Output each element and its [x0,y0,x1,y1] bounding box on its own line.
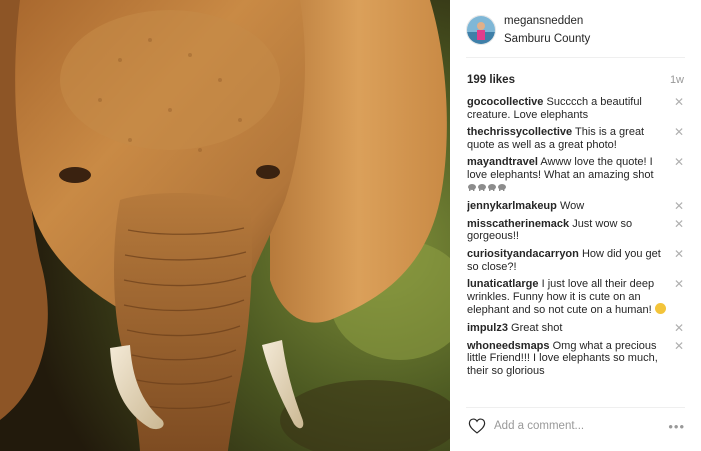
comment-item: impulz3 Great shot ✕ [467,322,687,335]
location-link[interactable]: Samburu County [504,32,590,47]
comment-username[interactable]: impulz3 [467,322,508,334]
comment-username[interactable]: curiosityandacarryon [467,248,579,260]
heart-icon[interactable] [468,418,486,434]
username-link[interactable]: megansnedden [504,14,590,29]
comment-item: gococollective Succcch a beautiful creat… [467,96,687,121]
comment-item: whoneedsmaps Omg what a precious little … [467,340,687,378]
likes-count[interactable]: 199 likes [467,74,515,86]
comment-username[interactable]: gococollective [467,96,543,108]
header-divider [466,57,685,58]
comment-item: thechrissycollective This is a great quo… [467,126,687,151]
comment-username[interactable]: mayandtravel [467,156,538,168]
post-header: megansnedden Samburu County [466,10,685,50]
avatar[interactable] [466,15,496,45]
comment-item: misscatherinemack Just wow so gorgeous!!… [467,218,687,243]
likes-row: 199 likes 1w [467,72,684,88]
instagram-post: megansnedden Samburu County 199 likes 1w… [0,0,701,451]
close-icon[interactable]: ✕ [674,340,684,352]
close-icon[interactable]: ✕ [674,200,684,212]
comment-username[interactable]: whoneedsmaps [467,340,550,352]
close-icon[interactable]: ✕ [674,218,684,230]
elephant-photo-graphic [0,0,450,451]
laughing-emoji-icon [654,303,666,315]
more-options-icon[interactable]: ••• [668,419,685,434]
comment-item: jennykarlmakeup Wow ✕ [467,200,687,213]
avatar-image [467,16,495,44]
comment-username[interactable]: misscatherinemack [467,218,569,230]
comment-username[interactable]: lunaticatlarge [467,278,539,290]
close-icon[interactable]: ✕ [674,156,684,168]
close-icon[interactable]: ✕ [674,322,684,334]
post-age: 1w [669,74,684,86]
post-sidebar: megansnedden Samburu County 199 likes 1w… [450,0,701,451]
comment-text: Great shot [511,321,563,334]
close-icon[interactable]: ✕ [674,96,684,108]
comment-username[interactable]: thechrissycollective [467,126,572,138]
comment-text: Wow [559,200,585,213]
comment-item: curiosityandacarryon How did you get so … [467,248,687,273]
comment-item: mayandtravel Awww love the quote! I love… [467,156,687,195]
close-icon[interactable]: ✕ [674,278,684,290]
comments-list: gococollective Succcch a beautiful creat… [467,96,687,400]
comments-divider [466,407,685,408]
close-icon[interactable]: ✕ [674,248,684,260]
post-photo-elephant[interactable] [0,0,450,451]
add-comment-bar: ••• [468,415,685,437]
comment-item: lunaticatlarge I just love all their dee… [467,278,687,317]
elephant-emoji-icon [467,182,507,196]
comment-username[interactable]: jennykarlmakeup [467,200,557,212]
close-icon[interactable]: ✕ [674,126,684,138]
add-comment-input[interactable] [494,420,669,432]
elephant-emoji-graphic [468,183,506,191]
header-text: megansnedden Samburu County [504,14,590,47]
